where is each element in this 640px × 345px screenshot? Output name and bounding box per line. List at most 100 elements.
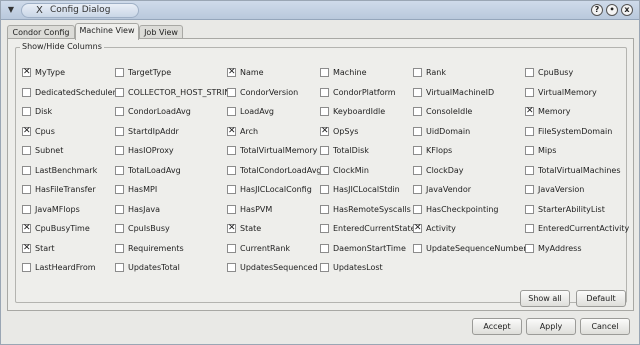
checkbox[interactable]	[115, 127, 124, 136]
checkbox[interactable]	[115, 88, 124, 97]
checkbox[interactable]	[115, 146, 124, 155]
checkbox[interactable]: ✕	[22, 224, 31, 233]
checkbox[interactable]	[115, 107, 124, 116]
checkbox[interactable]	[22, 263, 31, 272]
checkbox[interactable]	[320, 244, 329, 253]
checkbox[interactable]: ✕	[22, 68, 31, 77]
checkbox[interactable]	[22, 185, 31, 194]
checkbox-label: CondorLoadAvg	[128, 107, 191, 116]
checkbox[interactable]	[115, 205, 124, 214]
checkbox[interactable]	[22, 205, 31, 214]
checkbox[interactable]: ✕	[227, 127, 236, 136]
checkbox[interactable]	[413, 107, 422, 116]
checkbox[interactable]	[320, 166, 329, 175]
checkbox[interactable]	[413, 88, 422, 97]
checkbox-label: TargetType	[128, 68, 172, 77]
checkbox[interactable]	[115, 185, 124, 194]
checkbox[interactable]	[320, 146, 329, 155]
checkbox[interactable]: ✕	[413, 224, 422, 233]
checkbox-label: CpuBusy	[538, 68, 574, 77]
checkbox-label: Memory	[538, 107, 571, 116]
checkbox[interactable]	[115, 263, 124, 272]
checkbox-label: JavaVersion	[538, 185, 585, 194]
checkbox[interactable]	[227, 166, 236, 175]
checkbox[interactable]	[227, 244, 236, 253]
checkbox[interactable]	[413, 68, 422, 77]
checkbox[interactable]: ✕	[22, 127, 31, 136]
checkbox[interactable]	[227, 88, 236, 97]
checkbox-label: UpdatesTotal	[128, 263, 180, 272]
show-hide-columns-group: Show/Hide Columns ✕ MyType DedicatedSchedu…	[15, 42, 629, 303]
checkbox[interactable]	[525, 224, 534, 233]
checkbox[interactable]	[115, 244, 124, 253]
checkbox[interactable]	[525, 146, 534, 155]
close-button[interactable]: x	[621, 4, 633, 16]
checkbox[interactable]	[22, 146, 31, 155]
checkbox[interactable]	[413, 205, 422, 214]
checkbox[interactable]	[525, 68, 534, 77]
checkbox[interactable]: ✕	[525, 107, 534, 116]
checkbox[interactable]: ✕	[227, 224, 236, 233]
checkbox[interactable]: ✕	[227, 68, 236, 77]
checkbox-label: TotalLoadAvg	[128, 166, 181, 175]
tab-machine-view[interactable]: Machine View	[75, 23, 139, 40]
checkbox[interactable]	[413, 127, 422, 136]
checkbox-label: HasJICLocalConfig	[240, 185, 312, 194]
checkbox-label: TotalDisk	[333, 146, 369, 155]
checkbox[interactable]: ✕	[320, 127, 329, 136]
checkbox[interactable]	[227, 107, 236, 116]
checkbox[interactable]	[320, 88, 329, 97]
checkbox[interactable]: ✕	[22, 244, 31, 253]
checkbox[interactable]	[525, 185, 534, 194]
checkbox[interactable]	[115, 68, 124, 77]
config-dialog-window: ▼ X Config Dialog ? • x Condor Config Ma…	[0, 0, 640, 345]
minimize-button[interactable]: •	[606, 4, 618, 16]
checkbox[interactable]	[22, 88, 31, 97]
checkbox[interactable]	[115, 166, 124, 175]
accept-button[interactable]: Accept	[472, 318, 522, 335]
checkbox-label: EnteredCurrentState	[333, 224, 416, 233]
show-all-button[interactable]: Show all	[520, 290, 570, 307]
checkbox-label: Requirements	[128, 244, 184, 253]
checkbox[interactable]	[413, 185, 422, 194]
checkbox[interactable]	[227, 263, 236, 272]
checkbox[interactable]	[320, 185, 329, 194]
checkbox-label: StarterAbilityList	[538, 205, 605, 214]
checkbox-label: Subnet	[35, 146, 64, 155]
default-button[interactable]: Default	[576, 290, 626, 307]
checkbox[interactable]	[22, 107, 31, 116]
checkbox-label: CondorVersion	[240, 88, 299, 97]
checkbox[interactable]	[115, 224, 124, 233]
checkbox[interactable]	[525, 88, 534, 97]
title-pill: X Config Dialog	[21, 3, 139, 18]
checkbox[interactable]	[320, 263, 329, 272]
checkbox[interactable]	[227, 146, 236, 155]
checkbox-label: KeyboardIdle	[333, 107, 386, 116]
checkbox[interactable]	[320, 107, 329, 116]
checkbox[interactable]	[525, 166, 534, 175]
checkbox-label: TotalVirtualMachines	[538, 166, 621, 175]
checkbox-label: UpdatesLost	[333, 263, 383, 272]
checkbox[interactable]	[525, 205, 534, 214]
checkbox-label: TotalCondorLoadAvg	[240, 166, 322, 175]
checkbox-label: FileSystemDomain	[538, 127, 613, 136]
title-bar[interactable]: ▼ X Config Dialog ? • x	[1, 1, 639, 20]
checkbox-label: LastHeardFrom	[35, 263, 96, 272]
checkbox[interactable]	[227, 185, 236, 194]
apply-button[interactable]: Apply	[526, 318, 576, 335]
checkbox[interactable]	[320, 68, 329, 77]
help-button[interactable]: ?	[591, 4, 603, 16]
checkbox[interactable]	[413, 166, 422, 175]
checkbox[interactable]	[525, 244, 534, 253]
checkbox[interactable]	[413, 146, 422, 155]
cancel-button[interactable]: Cancel	[580, 318, 630, 335]
window-menu-icon[interactable]: ▼	[5, 4, 17, 16]
checkbox[interactable]	[227, 205, 236, 214]
checkbox[interactable]	[413, 244, 422, 253]
checkbox[interactable]	[525, 127, 534, 136]
checkbox[interactable]	[22, 166, 31, 175]
checkbox-label: Disk	[35, 107, 53, 116]
checkbox-label: OpSys	[333, 127, 359, 136]
checkbox[interactable]	[320, 205, 329, 214]
checkbox[interactable]	[320, 224, 329, 233]
